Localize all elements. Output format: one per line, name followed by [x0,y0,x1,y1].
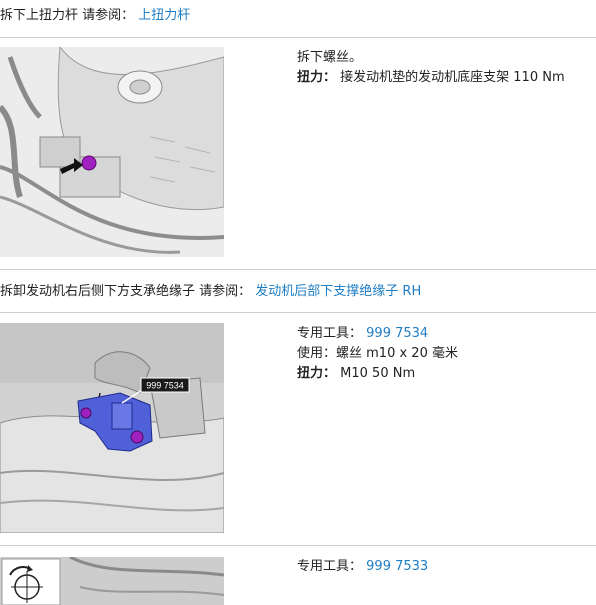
section2-instructions: 专用工具： 999 7534 使用：螺丝 m10 x 20 毫米 扭力： M10… [297,324,592,384]
tool-link[interactable]: 999 7534 [366,326,428,341]
section3-instructions: 专用工具： 999 7533 [297,557,592,577]
section1-instruction: 拆下螺丝。 [297,50,363,65]
divider [0,312,596,313]
section2-torque: 扭力： M10 50 Nm [297,364,592,384]
bolt-highlight [80,407,92,419]
section1-instructions: 拆下螺丝。 扭力： 接发动机垫的发动机底座支架 110 Nm [297,48,592,88]
torque-label: 扭力： [297,366,337,381]
engine-illustration-2: 999 7534 [0,323,224,533]
tool-callout-text: 999 7534 [146,381,184,391]
torque-label: 扭力： [297,70,337,85]
section3-tool: 专用工具： 999 7533 [297,557,592,577]
section2-header: 拆卸发动机右后侧下方支承绝缘子 请参阅： 发动机后部下支撑绝缘子 RH [0,280,421,304]
torque-value: 接发动机垫的发动机底座支架 110 Nm [340,70,565,85]
torque-value: M10 50 Nm [340,366,416,381]
section2-header-link[interactable]: 发动机后部下支撑绝缘子 RH [255,284,421,299]
engine-illustration-1 [0,47,224,257]
tool-link[interactable]: 999 7533 [366,559,428,574]
section2-header-text: 拆卸发动机右后侧下方支承绝缘子 请参阅： [0,284,252,299]
bolt-highlight [130,430,144,444]
section1-torque: 扭力： 接发动机垫的发动机底座支架 110 Nm [297,68,592,88]
section2-use: 使用：螺丝 m10 x 20 毫米 [297,346,458,361]
engine-illustration-3 [0,557,224,605]
tool-label: 专用工具： [297,326,363,341]
divider [0,269,596,270]
bolt-highlight [81,155,97,171]
tool-label: 专用工具： [297,559,363,574]
section1-header-link[interactable]: 上扭力杆 [138,8,190,23]
divider [0,37,596,38]
engine-drawing [0,47,224,257]
section2-tool: 专用工具： 999 7534 [297,324,592,344]
mount-drawing: 999 7534 [0,323,224,533]
divider [0,545,596,546]
section1-header-text: 拆下上扭力杆 请参阅： [0,8,135,23]
section1-header: 拆下上扭力杆 请参阅： 上扭力杆 [0,4,190,28]
tool-drawing [0,557,224,605]
